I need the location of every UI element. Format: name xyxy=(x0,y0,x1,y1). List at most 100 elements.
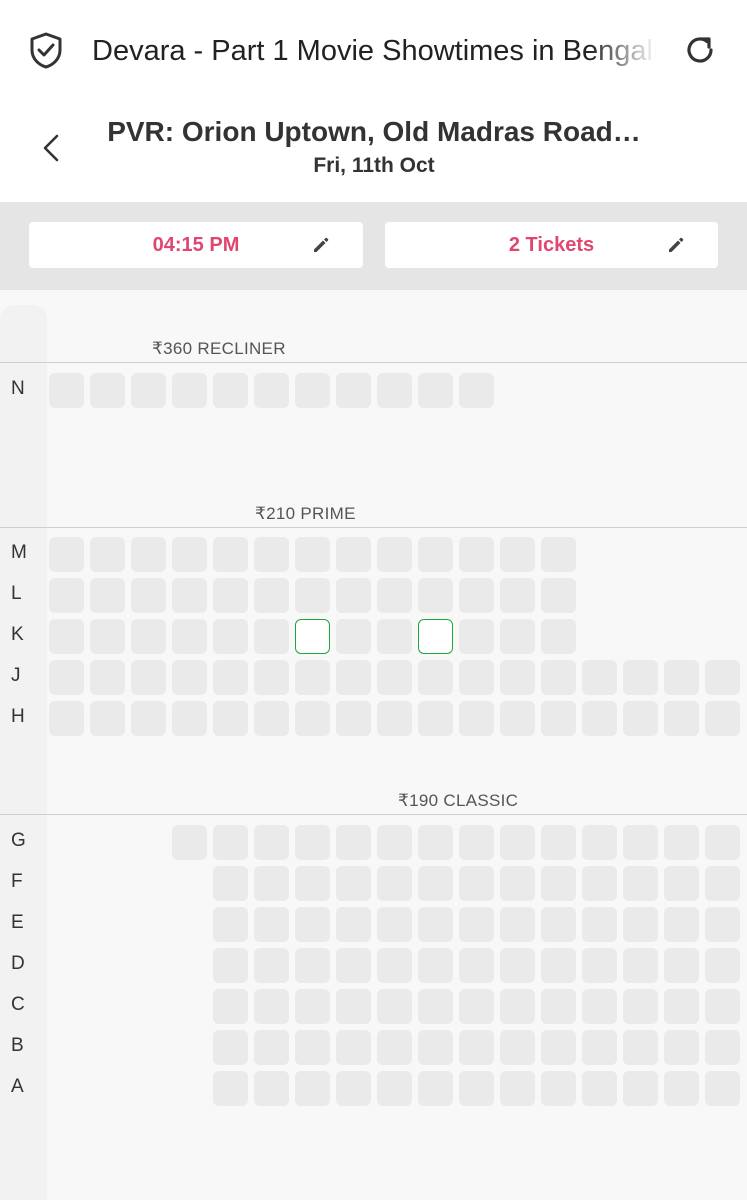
seat-available[interactable] xyxy=(418,619,453,654)
seat-unavailable xyxy=(172,537,207,572)
seat-unavailable xyxy=(90,537,125,572)
seat-unavailable xyxy=(500,1071,535,1106)
seat-unavailable xyxy=(213,537,248,572)
shield-check-icon[interactable] xyxy=(28,31,64,69)
pencil-icon xyxy=(314,237,329,252)
seat-unavailable xyxy=(418,660,453,695)
seat-unavailable xyxy=(459,907,494,942)
seat-unavailable xyxy=(131,619,166,654)
seat-unavailable xyxy=(623,866,658,901)
seat-unavailable xyxy=(500,701,535,736)
seat-available[interactable] xyxy=(295,619,330,654)
section-divider xyxy=(0,362,747,363)
seat-unavailable xyxy=(582,660,617,695)
seat-unavailable xyxy=(541,1071,576,1106)
seat-unavailable xyxy=(90,660,125,695)
seat-unavailable xyxy=(500,907,535,942)
seat-unavailable xyxy=(459,578,494,613)
seat-map: ₹360 RECLINER N ₹210 PRIME M L K J H ₹190 CLASSI… xyxy=(0,290,747,1200)
seat-unavailable xyxy=(500,537,535,572)
seat-unavailable xyxy=(377,1071,412,1106)
seat-unavailable xyxy=(213,373,248,408)
seat-unavailable xyxy=(459,1030,494,1065)
seat-unavailable xyxy=(705,1030,740,1065)
seat-unavailable xyxy=(295,701,330,736)
seat-unavailable xyxy=(90,578,125,613)
seat-unavailable xyxy=(623,825,658,860)
seat-unavailable xyxy=(213,866,248,901)
seat-unavailable xyxy=(541,701,576,736)
seat-unavailable xyxy=(254,825,289,860)
row-label: C xyxy=(11,994,25,1015)
seat-unavailable xyxy=(500,825,535,860)
seat-unavailable xyxy=(213,825,248,860)
seat-unavailable xyxy=(623,989,658,1024)
seat-unavailable xyxy=(377,373,412,408)
seat-unavailable xyxy=(295,989,330,1024)
seat-unavailable xyxy=(49,578,84,613)
page-title: Devara - Part 1 Movie Showtimes in Benga… xyxy=(92,35,657,67)
seat-unavailable xyxy=(90,619,125,654)
seat-unavailable xyxy=(213,619,248,654)
seat-unavailable xyxy=(336,578,371,613)
seat-unavailable xyxy=(541,989,576,1024)
seat-unavailable xyxy=(582,907,617,942)
seat-unavailable xyxy=(49,373,84,408)
seat-unavailable xyxy=(418,701,453,736)
showtime-selector[interactable]: 04:15 PM xyxy=(29,222,363,268)
seat-unavailable xyxy=(49,619,84,654)
seat-unavailable xyxy=(377,537,412,572)
seat-unavailable xyxy=(500,578,535,613)
seat-unavailable xyxy=(213,578,248,613)
row-label: M xyxy=(11,542,27,563)
seat-unavailable xyxy=(705,907,740,942)
seat-unavailable xyxy=(172,373,207,408)
seat-unavailable xyxy=(172,825,207,860)
seat-unavailable xyxy=(541,660,576,695)
seat-unavailable xyxy=(541,907,576,942)
chevron-left-icon[interactable] xyxy=(36,130,66,166)
seat-unavailable xyxy=(500,660,535,695)
row-label: E xyxy=(11,912,24,933)
seat-unavailable xyxy=(459,619,494,654)
seat-unavailable xyxy=(254,660,289,695)
seat-unavailable xyxy=(582,866,617,901)
seat-unavailable xyxy=(295,373,330,408)
seat-unavailable xyxy=(336,907,371,942)
seat-unavailable xyxy=(254,578,289,613)
seat-unavailable xyxy=(377,989,412,1024)
seat-unavailable xyxy=(295,866,330,901)
seat-unavailable xyxy=(336,537,371,572)
seat-unavailable xyxy=(377,701,412,736)
seat-unavailable xyxy=(213,948,248,983)
seat-unavailable xyxy=(582,1071,617,1106)
row-label: J xyxy=(11,665,21,686)
seat-unavailable xyxy=(377,825,412,860)
ticket-count-selector[interactable]: 2 Tickets xyxy=(385,222,718,268)
seat-unavailable xyxy=(705,1071,740,1106)
seat-unavailable xyxy=(623,907,658,942)
section-divider xyxy=(0,814,747,815)
reload-icon[interactable] xyxy=(682,31,718,69)
seat-unavailable xyxy=(623,660,658,695)
seat-unavailable xyxy=(131,578,166,613)
seat-unavailable xyxy=(418,578,453,613)
seat-unavailable xyxy=(295,948,330,983)
row-label-column xyxy=(0,305,47,1200)
seat-unavailable xyxy=(664,866,699,901)
seat-unavailable xyxy=(295,660,330,695)
seat-unavailable xyxy=(377,1030,412,1065)
seat-unavailable xyxy=(254,619,289,654)
seat-unavailable xyxy=(664,1071,699,1106)
seat-unavailable xyxy=(49,537,84,572)
seat-unavailable xyxy=(213,1030,248,1065)
seat-unavailable xyxy=(336,1071,371,1106)
seat-unavailable xyxy=(541,537,576,572)
row-label: G xyxy=(11,830,26,851)
section-label: ₹360 RECLINER xyxy=(152,339,286,358)
seat-unavailable xyxy=(49,660,84,695)
seat-unavailable xyxy=(459,537,494,572)
row-label: L xyxy=(11,583,22,604)
row-label: D xyxy=(11,953,25,974)
seat-unavailable xyxy=(623,948,658,983)
